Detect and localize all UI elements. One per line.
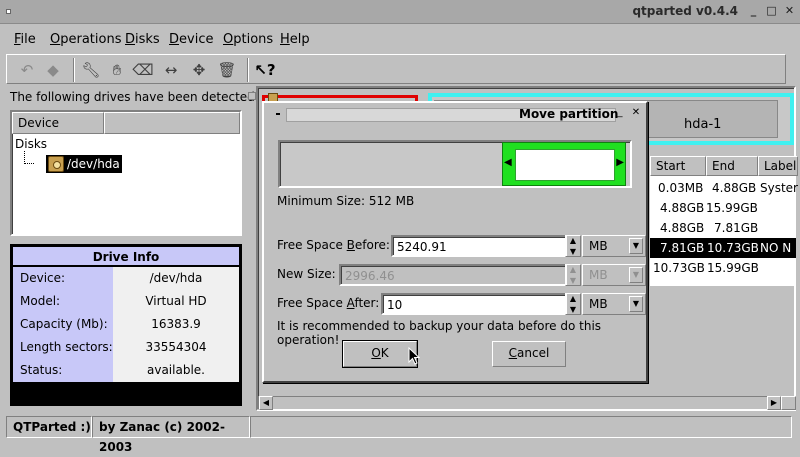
- free-before-spinner[interactable]: ▲ ▼: [565, 235, 581, 257]
- scroll-right-icon[interactable]: ▶: [767, 396, 781, 410]
- tree-header-empty[interactable]: [104, 112, 240, 134]
- window-titlebar[interactable]: qtparted v0.4.4 _ □ ✕: [0, 0, 800, 24]
- menu-file[interactable]: File: [14, 32, 36, 47]
- new-size-unit-select: MB ▼: [582, 264, 646, 286]
- toolbar: ↶ ◆ 🔧︎ ✋︎ ⌫ ↔ ✥ 🗑︎ ↖?: [6, 54, 786, 84]
- new-size-label: New Size:: [277, 267, 336, 281]
- partition-label: hda-1: [684, 117, 722, 132]
- column-header-label[interactable]: Label: [758, 156, 798, 176]
- left-handle-icon[interactable]: ◀: [504, 157, 512, 168]
- menu-device[interactable]: Device: [169, 32, 213, 47]
- free-after-unit-select[interactable]: MB ▼: [582, 293, 646, 315]
- minimize-icon[interactable]: _: [747, 5, 760, 18]
- menu-operations[interactable]: Operations: [50, 32, 121, 47]
- window-title: qtparted v0.4.4: [632, 4, 738, 18]
- menu-options[interactable]: Options: [223, 32, 273, 47]
- trash-icon[interactable]: 🗑︎: [215, 59, 239, 81]
- move-partition-dialog: Move partition _ ✕ ◀ ▶ Minimum Size: 512…: [262, 101, 648, 383]
- dialog-title: Move partition: [519, 107, 619, 121]
- column-header-end[interactable]: End: [706, 156, 758, 176]
- partition-preview: ◀ ▶: [278, 140, 632, 188]
- dialog-minimize-icon[interactable]: _: [613, 107, 627, 121]
- tree-branch-line: [24, 151, 34, 164]
- scroll-left-icon[interactable]: ◀: [259, 396, 273, 410]
- spin-up-icon: ▲: [569, 265, 577, 274]
- new-size-spinner: ▲ ▼: [565, 264, 581, 286]
- free-before-label: Free Space Before:: [277, 238, 390, 252]
- device-tree[interactable]: Device Disks /dev/hda: [10, 110, 242, 236]
- menu-disks[interactable]: Disks: [125, 32, 160, 47]
- drives-detected-label: The following drives have been detected:: [10, 90, 259, 104]
- drive-info-row: Status: available.: [13, 359, 239, 382]
- free-before-unit-select[interactable]: MB ▼: [582, 235, 646, 257]
- close-icon[interactable]: ✕: [783, 5, 796, 18]
- spin-up-icon: ▲: [569, 236, 577, 245]
- free-after-spinner[interactable]: ▲ ▼: [565, 293, 581, 315]
- window-menu-icon[interactable]: [6, 9, 11, 14]
- free-before-input[interactable]: 5240.91: [391, 235, 567, 257]
- menu-help[interactable]: Help: [280, 32, 310, 47]
- eraser-icon[interactable]: ⌫: [131, 59, 155, 81]
- table-row[interactable]: 10.73GB 15.99GB: [650, 258, 796, 278]
- drive-info-panel: Drive Info Device:/dev/hda Model: Virtual…: [10, 244, 242, 406]
- status-empty: [250, 416, 792, 438]
- dialog-close-icon[interactable]: ✕: [629, 107, 643, 121]
- table-row[interactable]: 4.88GB 7.81GB: [650, 218, 796, 238]
- table-row[interactable]: 4.88GB 15.99GB: [650, 198, 796, 218]
- partition-preview-block[interactable]: ◀ ▶: [502, 142, 626, 186]
- tree-node-hda[interactable]: /dev/hda: [46, 155, 122, 173]
- hand-icon[interactable]: ✋︎: [105, 59, 129, 81]
- spin-up-icon: ▲: [569, 294, 577, 303]
- new-size-input: 2996.46: [339, 264, 567, 286]
- redo-icon[interactable]: ◆: [41, 59, 65, 81]
- scrollbar-corner: [781, 396, 796, 410]
- splitter-handle[interactable]: [248, 92, 256, 100]
- tree-node-disks[interactable]: Disks: [15, 137, 47, 151]
- drive-info-row: Model: Virtual HD: [13, 290, 239, 313]
- chevron-down-icon: ▼: [629, 296, 643, 312]
- partition-preview-used: [515, 149, 615, 181]
- maximize-icon[interactable]: □: [765, 5, 778, 18]
- dialog-menu-icon[interactable]: [276, 113, 280, 115]
- resize-icon[interactable]: ↔: [159, 59, 183, 81]
- chevron-down-icon: ▼: [629, 238, 643, 254]
- wrench-icon[interactable]: 🔧︎: [79, 59, 103, 81]
- table-row-selected[interactable]: 7.81GB 10.73GB NO N: [650, 238, 796, 258]
- table-row[interactable]: 0.03MB 4.88GB Syster: [650, 178, 798, 198]
- spin-down-icon: ▼: [569, 276, 577, 285]
- undo-icon[interactable]: ↶: [15, 59, 39, 81]
- status-credits: by Zanac (c) 2002-2003: [92, 416, 250, 454]
- spin-down-icon: ▼: [569, 247, 577, 256]
- statusbar: QTParted :) by Zanac (c) 2002-2003: [6, 416, 792, 454]
- menubar: File Operations Disks Device Options Hel…: [0, 26, 800, 52]
- free-after-input[interactable]: 10: [381, 293, 567, 315]
- free-after-label: Free Space After:: [277, 296, 380, 310]
- minimum-size-label: Minimum Size: 512 MB: [277, 194, 415, 208]
- right-handle-icon[interactable]: ▶: [616, 157, 624, 168]
- drive-info-row: Device:/dev/hda: [13, 267, 239, 290]
- partition-table[interactable]: Start End Label 0.03MB 4.88GB Syster 4.88G…: [650, 156, 798, 286]
- column-header-start[interactable]: Start: [650, 156, 706, 176]
- drive-info-title: Drive Info: [13, 247, 239, 267]
- whats-this-icon[interactable]: ↖?: [253, 59, 277, 81]
- ok-button[interactable]: OK: [342, 340, 418, 368]
- spin-down-icon: ▼: [569, 305, 577, 314]
- tree-header-device[interactable]: Device: [12, 112, 104, 134]
- drive-info-row: Length sectors: 33554304: [13, 336, 239, 359]
- drive-info-row: Capacity (Mb): 16383.9: [13, 313, 239, 336]
- move-icon[interactable]: ✥: [187, 59, 211, 81]
- horizontal-scrollbar[interactable]: ◀ ▶: [258, 396, 796, 410]
- status-app: QTParted :): [6, 416, 92, 438]
- backup-warning: It is recommended to backup your data be…: [277, 319, 602, 347]
- harddisk-icon: [48, 156, 64, 172]
- cancel-button[interactable]: Cancel: [492, 341, 566, 367]
- chevron-down-icon: ▼: [629, 267, 643, 283]
- mouse-cursor-icon: [408, 347, 420, 365]
- dialog-titlebar[interactable]: Move partition _ ✕: [266, 105, 644, 123]
